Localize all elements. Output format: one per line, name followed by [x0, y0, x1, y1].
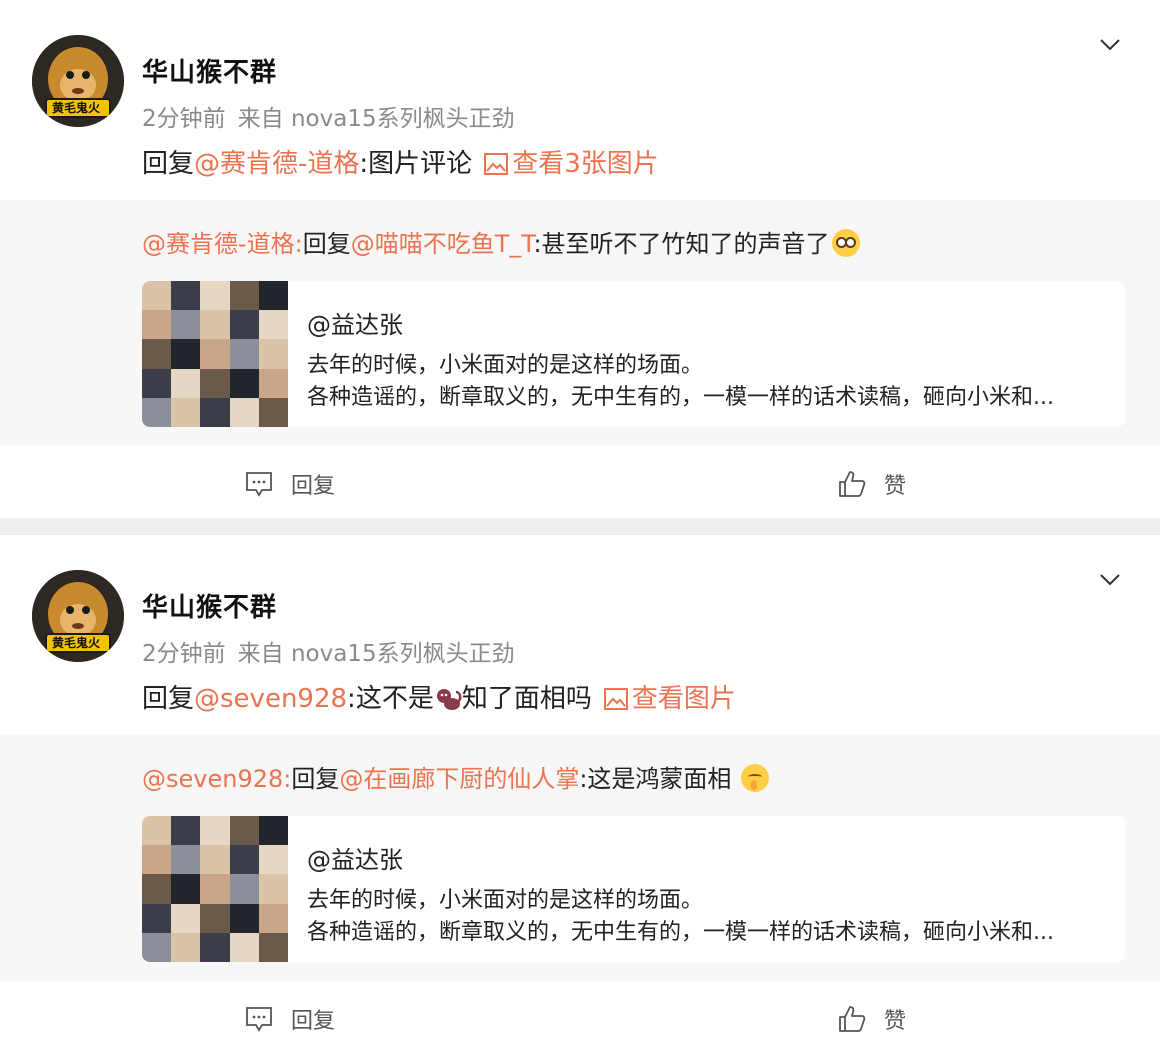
image-icon — [603, 688, 628, 710]
thumbs-up-icon — [839, 1006, 866, 1032]
comment-item: 黄毛鬼火 华山猴不群 2分钟前 来自 nova15系列枫头正劲 回复@seven9… — [0, 535, 1160, 1053]
monkey-emoji-icon — [436, 689, 462, 710]
mention-link[interactable]: @赛肯德-道格 — [194, 149, 359, 179]
thumbs-up-icon — [839, 471, 866, 497]
reply-colon: : — [359, 149, 369, 179]
shush-emoji-icon — [741, 764, 770, 792]
card-author: @益达张 — [307, 846, 403, 874]
card-thumbnail — [142, 281, 288, 427]
card-text-line2: 各种造谣的，断章取义的，无中生有的，一模一样的话术读稿，砸向小米和... — [307, 385, 1054, 410]
shared-post-card[interactable]: @益达张 去年的时候，小米面对的是这样的场面。 各种造谣的，断章取义的，无中生有… — [142, 816, 1125, 962]
quote-text: :这是鸿蒙面相 — [579, 765, 732, 793]
timestamp: 2分钟前 — [142, 641, 226, 667]
reply-text: 这不是 — [355, 684, 434, 714]
username[interactable]: 华山猴不群 — [142, 52, 277, 89]
mention-link[interactable]: @seven928 — [194, 684, 347, 714]
source: 来自 nova15系列枫头正劲 — [237, 106, 515, 132]
quote-line: @seven928:回复@在画廊下厨的仙人掌:这是鸿蒙面相 — [142, 759, 770, 794]
comment-icon — [246, 1007, 272, 1032]
avatar[interactable]: 黄毛鬼火 — [32, 35, 124, 127]
quote-text: :甚至听不了竹知了的声音了 — [533, 230, 830, 258]
comment-item: 黄毛鬼火 华山猴不群 2分钟前 来自 nova15系列枫头正劲 回复@赛肯德-道格… — [0, 0, 1160, 518]
view-images-link[interactable]: 查看3张图片 — [484, 149, 659, 179]
card-text-line1: 去年的时候，小米面对的是这样的场面。 — [307, 888, 704, 913]
timestamp: 2分钟前 — [142, 106, 226, 132]
view-images-label: 查看3张图片 — [512, 149, 659, 179]
quoted-comment: @赛肯德-道格:回复@喵喵不吃鱼T_T:甚至听不了竹知了的声音了 @益达张 去年… — [0, 200, 1160, 446]
quote-mention-link[interactable]: @在画廊下厨的仙人掌 — [339, 765, 579, 793]
card-author: @益达张 — [307, 311, 403, 339]
avatar-plate-text: 黄毛鬼火 — [52, 636, 101, 650]
divider — [0, 518, 1160, 535]
shared-post-card[interactable]: @益达张 去年的时候，小米面对的是这样的场面。 各种造谣的，断章取义的，无中生有… — [142, 281, 1125, 427]
quote-author-link[interactable]: @赛肯德-道格: — [142, 230, 303, 258]
wow-emoji-icon — [831, 229, 860, 257]
quoted-comment: @seven928:回复@在画廊下厨的仙人掌:这是鸿蒙面相 @益达张 去年的时候… — [0, 735, 1160, 981]
reply-text-after: 知了面相吗 — [461, 684, 592, 714]
image-icon — [484, 153, 509, 175]
avatar-plate-text: 黄毛鬼火 — [52, 101, 101, 115]
quote-reply-word: 回复 — [291, 765, 340, 793]
like-button[interactable]: 赞 — [838, 468, 906, 500]
comment-text: 回复@seven928:这不是 知了面相吗 查看图片 — [142, 678, 736, 715]
view-images-label: 查看图片 — [631, 684, 736, 714]
quote-reply-word: 回复 — [302, 230, 351, 258]
chevron-down-icon[interactable] — [1098, 32, 1122, 56]
card-thumbnail — [142, 816, 288, 962]
comment-icon — [246, 472, 272, 497]
reply-button[interactable]: 回复 — [245, 468, 335, 500]
reply-label: 回复 — [291, 1009, 336, 1034]
quote-mention-link[interactable]: @喵喵不吃鱼T_T — [351, 230, 534, 258]
quote-line: @赛肯德-道格:回复@喵喵不吃鱼T_T:甚至听不了竹知了的声音了 — [142, 224, 860, 259]
reply-text: 图片评论 — [368, 149, 473, 179]
like-label: 赞 — [884, 474, 907, 499]
card-text-line1: 去年的时候，小米面对的是这样的场面。 — [307, 353, 704, 378]
chevron-down-icon[interactable] — [1098, 567, 1122, 591]
quote-author-link[interactable]: @seven928: — [142, 765, 291, 793]
reply-prefix: 回复 — [142, 684, 195, 714]
reply-label: 回复 — [291, 474, 336, 499]
reply-prefix: 回复 — [142, 149, 195, 179]
comment-meta: 2分钟前 来自 nova15系列枫头正劲 — [142, 99, 515, 133]
comment-meta: 2分钟前 来自 nova15系列枫头正劲 — [142, 634, 515, 668]
view-images-link[interactable]: 查看图片 — [603, 684, 736, 714]
like-label: 赞 — [884, 1009, 907, 1034]
comment-text: 回复@赛肯德-道格:图片评论 查看3张图片 — [142, 143, 659, 180]
reply-colon: : — [347, 684, 356, 714]
avatar[interactable]: 黄毛鬼火 — [32, 570, 124, 662]
username[interactable]: 华山猴不群 — [142, 587, 277, 624]
like-button[interactable]: 赞 — [838, 1003, 906, 1035]
card-text-line2: 各种造谣的，断章取义的，无中生有的，一模一样的话术读稿，砸向小米和... — [307, 920, 1054, 945]
reply-button[interactable]: 回复 — [245, 1003, 335, 1035]
source: 来自 nova15系列枫头正劲 — [237, 641, 515, 667]
